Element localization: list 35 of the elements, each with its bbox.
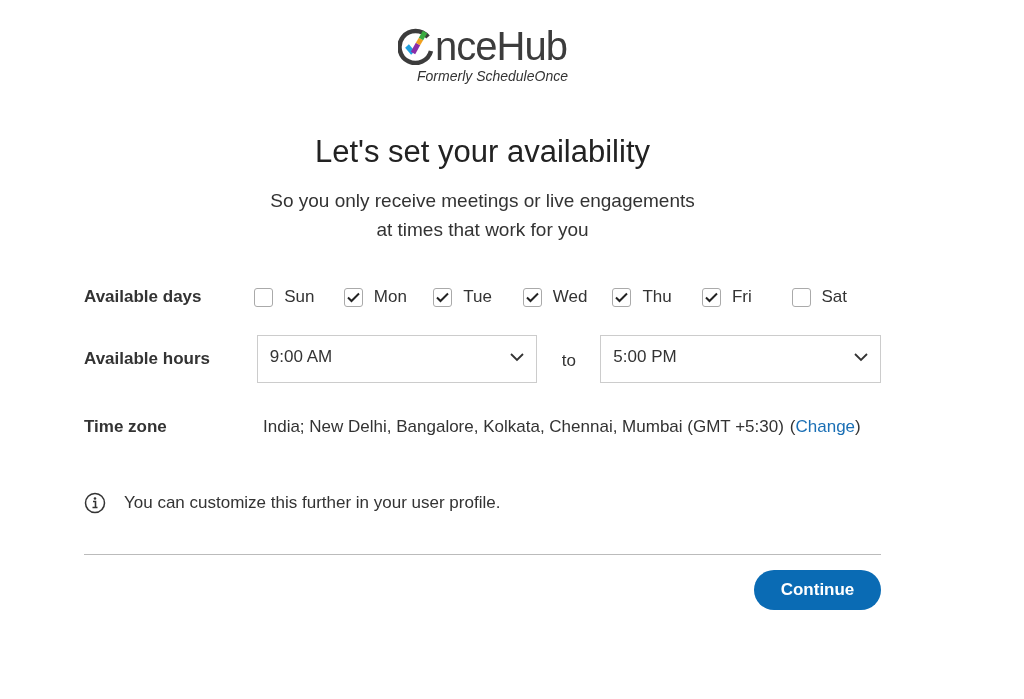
info-text: You can customize this further in your user profile.: [124, 493, 501, 513]
info-icon: [84, 492, 106, 514]
day-checkbox[interactable]: [433, 287, 453, 307]
subtitle: at times that work for you: [376, 218, 589, 242]
paren-text: ): [855, 417, 861, 436]
subtitle: So you only receive meetings or live engagements: [270, 189, 695, 213]
field-label: Available hours: [84, 349, 211, 369]
day-label: Mon: [373, 287, 407, 307]
logo-text: nceHub: [435, 26, 567, 66]
day-checkbox[interactable]: [343, 287, 363, 307]
day-label: Tue: [463, 287, 492, 307]
chevron-down-icon: [854, 352, 868, 362]
day-label: Wed: [552, 287, 588, 307]
change-link[interactable]: Change: [795, 417, 856, 436]
separator-text: to: [560, 350, 577, 371]
day-label: Sun: [284, 287, 315, 307]
day-checkbox[interactable]: [522, 287, 542, 307]
day-label: Sat: [821, 287, 848, 307]
logo-icon: [398, 27, 435, 65]
day-checkbox[interactable]: [612, 287, 632, 307]
timezone-value: India; New Delhi, Bangalore, Kolkata, Chennai, Mumbai (GMT +5:30): [263, 417, 784, 437]
continue-button[interactable]: Continue: [754, 570, 881, 610]
page-heading: Let's set your availability: [314, 133, 651, 171]
logo-tagline: Formerly ScheduleOnce: [417, 68, 568, 84]
day-label: Fri: [731, 287, 752, 307]
day-checkbox[interactable]: [254, 287, 274, 307]
paren-text: (: [789, 417, 796, 436]
field-label: Time zone: [84, 417, 168, 437]
day-checkbox[interactable]: [791, 287, 811, 307]
chevron-down-icon: [510, 352, 525, 362]
start-time-dropdown[interactable]: 9:00 AM: [256, 335, 538, 383]
end-time-dropdown[interactable]: 5:00 PM: [600, 335, 881, 383]
field-label: Available days: [84, 287, 203, 307]
day-checkbox[interactable]: [701, 287, 721, 307]
day-label: Thu: [642, 287, 672, 307]
